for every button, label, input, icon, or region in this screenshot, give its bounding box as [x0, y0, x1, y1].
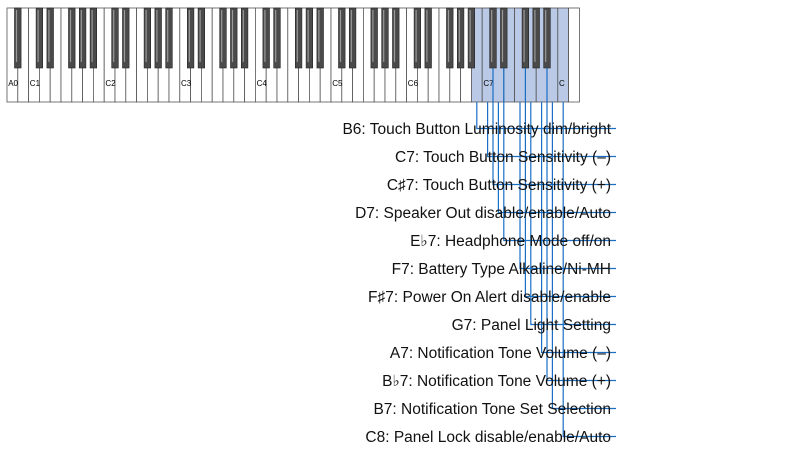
function-label: C7: Touch Button Sensitivity (–)	[395, 149, 611, 166]
black-key-shine	[501, 10, 504, 62]
function-label: F7: Battery Type Alkaline/Ni-MH	[392, 261, 611, 278]
black-key-as4	[316, 7, 324, 69]
function-label: B7: Notification Tone Set Selection	[373, 401, 611, 418]
black-key-shine	[523, 10, 525, 62]
black-key-gs4	[305, 7, 314, 69]
black-key-shine	[167, 10, 169, 62]
function-label: B♭7: Notification Tone Volume (+)	[382, 373, 611, 390]
black-key-as0	[14, 7, 22, 69]
black-key-as5	[392, 7, 400, 69]
octave-label: C2	[105, 79, 116, 88]
black-key-shine	[447, 10, 450, 62]
black-key-shine	[188, 10, 190, 62]
black-key-shine	[393, 10, 396, 62]
black-key-ds6	[424, 7, 432, 69]
black-key-shine	[307, 10, 309, 62]
black-key-ds7	[500, 7, 508, 69]
black-key-shine	[469, 10, 471, 62]
black-key-gs7	[532, 7, 540, 69]
black-key-shine	[242, 10, 244, 62]
black-key-as7	[543, 7, 551, 69]
black-key-shine	[534, 10, 536, 62]
function-label: D7: Speaker Out disable/enable/Auto	[355, 205, 611, 222]
black-key-shine	[350, 10, 352, 62]
black-key-shine	[545, 10, 547, 62]
black-key-fs1	[68, 7, 76, 69]
white-key-d8	[568, 7, 580, 103]
black-key-shine	[264, 10, 266, 62]
black-key-shine	[91, 10, 93, 62]
octave-label: C1	[30, 79, 41, 88]
black-key-ds4	[273, 7, 281, 69]
black-key-cs4	[262, 7, 270, 69]
black-key-fs5	[370, 7, 378, 69]
octave-label: C3	[181, 79, 192, 88]
black-key-shine	[80, 10, 82, 62]
black-key-shine	[123, 10, 126, 62]
black-key-shine	[145, 10, 147, 62]
black-key-cs3	[187, 7, 195, 69]
function-label: F♯7: Power On Alert disable/enable	[368, 289, 611, 306]
black-key-shine	[491, 10, 493, 62]
function-label: G7: Panel Light Setting	[452, 317, 611, 334]
black-key-fs3	[219, 7, 227, 69]
black-key-as6	[467, 7, 476, 69]
function-label: E♭7: Headphone Mode off/on	[410, 233, 611, 250]
octave-label: C4	[257, 79, 268, 88]
black-key-fs4	[294, 7, 303, 69]
black-key-shine	[37, 10, 39, 62]
black-key-gs2	[154, 7, 162, 69]
function-label: C8: Panel Lock disable/enable/Auto	[365, 429, 611, 446]
black-key-cs5	[338, 7, 346, 69]
keyboard-function-diagram: A0 C1 C2 C3 C4 C5 C6 C7 C B6: Touch Button Lumin…	[6, 7, 616, 446]
octave-label: C6	[408, 79, 419, 88]
black-key-ds3	[197, 7, 206, 69]
black-key-shine	[48, 10, 50, 62]
black-key-gs3	[230, 7, 238, 69]
black-key-cs2	[111, 7, 119, 69]
leader-line	[551, 102, 616, 410]
black-key-ds2	[122, 7, 130, 69]
octave-label: C5	[332, 79, 343, 88]
black-key-cs1	[35, 7, 43, 69]
black-key-shine	[415, 10, 417, 62]
black-key-fs6	[446, 7, 454, 69]
black-key-shine	[339, 10, 342, 62]
black-key-fs2	[143, 7, 152, 69]
black-key-as3	[241, 7, 249, 69]
black-key-as2	[165, 7, 173, 69]
black-key-shine	[15, 10, 18, 62]
black-key-ds5	[348, 7, 357, 69]
black-key-gs1	[79, 7, 87, 69]
black-key-gs5	[381, 7, 389, 69]
black-key-cs7	[489, 7, 497, 69]
black-key-shine	[156, 10, 158, 62]
black-key-shine	[426, 10, 428, 62]
black-key-shine	[221, 10, 223, 62]
octave-label: C	[559, 79, 565, 88]
octave-label: A0	[8, 79, 18, 88]
black-key-shine	[69, 10, 72, 62]
black-key-shine	[275, 10, 277, 62]
black-key-ds1	[46, 7, 54, 69]
black-key-shine	[383, 10, 385, 62]
black-key-shine	[296, 10, 298, 62]
function-labels: B6: Touch Button Luminosity dim/bright C7…	[342, 121, 611, 446]
black-key-fs7	[521, 7, 529, 69]
black-key-gs6	[456, 7, 465, 69]
black-key-shine	[231, 10, 234, 62]
black-key-shine	[199, 10, 201, 62]
black-key-shine	[318, 10, 320, 62]
function-label: C♯7: Touch Button Sensitivity (+)	[387, 177, 611, 194]
black-key-shine	[113, 10, 115, 62]
black-key-as1	[89, 7, 97, 69]
function-label: A7: Notification Tone Volume (–)	[390, 345, 611, 362]
black-key-cs6	[413, 7, 422, 69]
black-key-shine	[372, 10, 374, 62]
function-label: B6: Touch Button Luminosity dim/bright	[342, 121, 611, 138]
black-key-shine	[458, 10, 460, 62]
